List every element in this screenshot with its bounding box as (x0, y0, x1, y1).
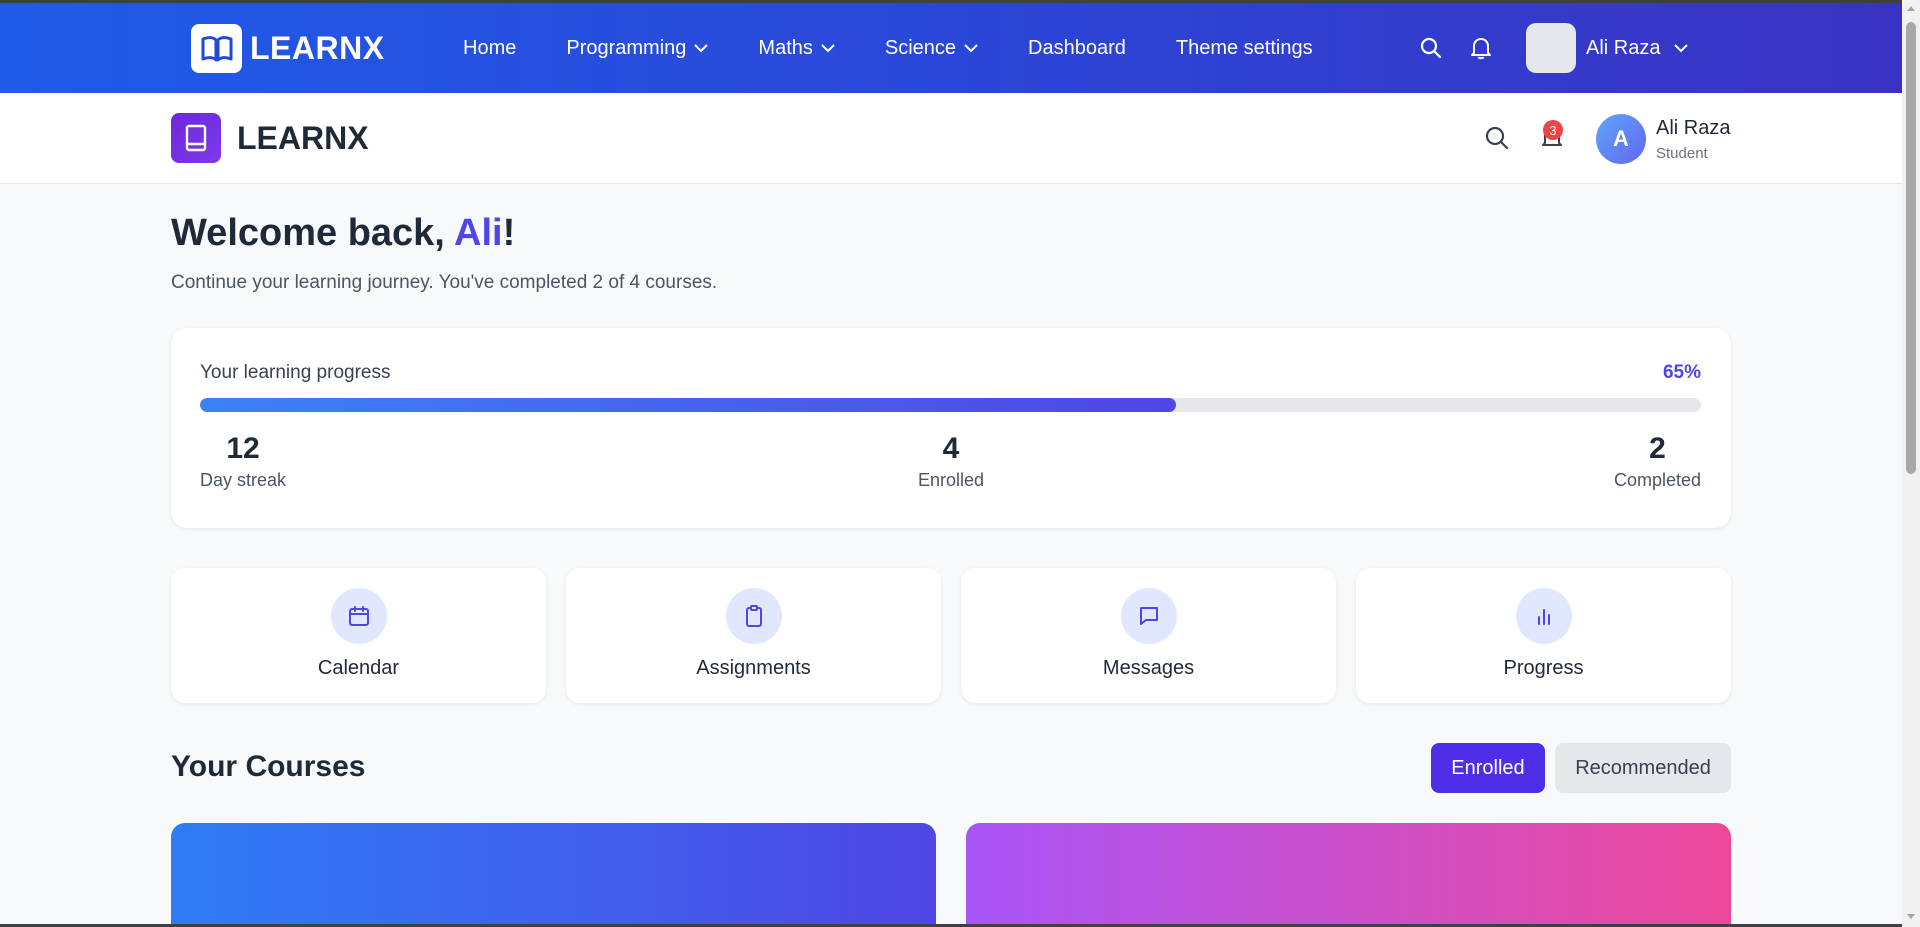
progress-bar (200, 398, 1701, 412)
stat-value: 12 (226, 432, 260, 465)
bell-icon[interactable] (1468, 35, 1494, 61)
stat-label: Completed (1613, 470, 1701, 490)
tile-assignments[interactable]: Assignments (566, 568, 941, 703)
progress-bar-fill (200, 398, 1176, 412)
nav-science[interactable]: Science (885, 37, 978, 60)
avatar-initial: A (1613, 126, 1629, 151)
nav-maths-label: Maths (758, 36, 813, 59)
tab-enrolled[interactable]: Enrolled (1431, 743, 1545, 793)
tab-recommended[interactable]: Recommended (1555, 743, 1731, 793)
chevron-down-icon[interactable] (1674, 43, 1689, 53)
scroll-down-arrow-icon[interactable] (1907, 914, 1915, 919)
nav-maths[interactable]: Maths (758, 36, 835, 60)
user-role: Student (1656, 145, 1708, 162)
message-icon (1120, 588, 1177, 644)
scroll-up-arrow-icon[interactable] (1907, 6, 1915, 11)
brand-logo[interactable]: LEARNX (191, 24, 385, 73)
quick-links: Calendar Assignments Messages Progress (171, 568, 1731, 703)
course-card[interactable] (171, 823, 936, 927)
nav-programming[interactable]: Programming (566, 36, 709, 60)
tile-label: Messages (1102, 657, 1195, 679)
progress-card: Your learning progress 65% 12 Day streak… (171, 328, 1731, 528)
welcome-prefix: Welcome back, (171, 212, 455, 254)
welcome-suffix: ! (502, 212, 516, 254)
calendar-icon (330, 588, 387, 644)
stat-label: Day streak (200, 470, 287, 490)
nav-theme-settings-label: Theme settings (1175, 36, 1313, 59)
clipboard-icon (725, 588, 782, 644)
progress-label: Your learning progress (200, 362, 391, 383)
section-title: Your Courses (171, 750, 366, 783)
stat-enrolled: 4 Enrolled (918, 432, 984, 491)
app-brand-name: LEARNX (237, 119, 369, 156)
nav-theme-settings[interactable]: Theme settings (1176, 37, 1313, 60)
welcome-name: Ali (454, 212, 503, 254)
chevron-down-icon (821, 43, 835, 53)
stat-day-streak: 12 Day streak (200, 432, 286, 491)
chevron-down-icon (964, 43, 978, 53)
nav-home[interactable]: Home (463, 37, 516, 60)
book-icon (171, 113, 221, 163)
bar-chart-icon (1515, 588, 1572, 644)
stat-value: 4 (942, 432, 960, 465)
notification-badge: 3 (1543, 120, 1563, 140)
top-navbar: LEARNX Home Programming Maths Science Da… (0, 0, 1902, 93)
user-menu-name[interactable]: Ali Raza (1586, 37, 1660, 60)
app-header: LEARNX A Ali Raza Student (0, 93, 1902, 184)
progress-percent: 65% (1662, 362, 1701, 383)
tile-label: Assignments (696, 657, 811, 679)
tile-label: Calendar (317, 657, 400, 679)
nav-programming-label: Programming (566, 36, 687, 59)
tile-messages[interactable]: Messages (961, 568, 1336, 703)
search-icon[interactable] (1418, 35, 1444, 61)
page-title: Welcome back, Ali! (171, 212, 515, 255)
brand-name: LEARNX (250, 30, 385, 66)
page-subtitle: Continue your learning journey. You've c… (171, 272, 718, 293)
main-menu: Home Programming Maths Science Dashboard… (463, 3, 1363, 93)
tile-label: Progress (1503, 657, 1584, 679)
stat-completed: 2 Completed (1614, 432, 1701, 491)
user-name: Ali Raza (1656, 117, 1731, 139)
avatar[interactable] (1526, 23, 1576, 73)
nav-actions: Ali Raza (1418, 3, 1689, 93)
app-brand[interactable]: LEARNX (171, 113, 369, 163)
nav-science-label: Science (884, 36, 957, 59)
tile-calendar[interactable]: Calendar (171, 568, 546, 703)
avatar[interactable]: A (1596, 114, 1646, 164)
chevron-down-icon (694, 43, 709, 53)
stat-label: Enrolled (918, 470, 985, 490)
scrollbar[interactable] (1902, 0, 1920, 927)
course-card[interactable] (966, 823, 1731, 927)
nav-dashboard-label: Dashboard (1028, 36, 1126, 59)
nav-dashboard[interactable]: Dashboard (1028, 37, 1126, 60)
search-icon[interactable] (1484, 125, 1510, 151)
book-open-icon (191, 24, 242, 73)
tile-progress[interactable]: Progress (1356, 568, 1731, 703)
scrollbar-thumb[interactable] (1906, 22, 1916, 474)
nav-home-label: Home (463, 36, 517, 59)
stat-value: 2 (1649, 432, 1666, 465)
